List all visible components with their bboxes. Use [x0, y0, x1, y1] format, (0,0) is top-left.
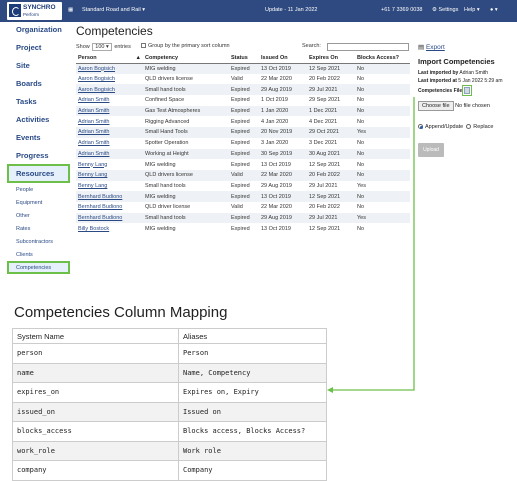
mapping-aliases: Name, Competency — [178, 362, 327, 383]
mapping-row: issued_on Issued on — [12, 401, 327, 422]
mapping-header-system-name: System Name — [12, 328, 179, 344]
mapping-system-name: work_role — [12, 440, 179, 461]
mapping-aliases: Blocks access, Blocks Access? — [178, 421, 327, 442]
mapping-table: System Name Aliases person Person name Name… — [12, 328, 327, 481]
mapping-header-aliases: Aliases — [178, 328, 327, 344]
mapping-row: company Company — [12, 460, 327, 481]
mapping-title: Competencies Column Mapping — [14, 304, 228, 321]
mapping-row: work_role Work role — [12, 440, 327, 461]
mapping-system-name: expires_on — [12, 382, 179, 403]
mapping-row: person Person — [12, 343, 327, 364]
mapping-header-row: System Name Aliases — [12, 328, 327, 344]
mapping-system-name: blocks_access — [12, 421, 179, 442]
mapping-system-name: person — [12, 343, 179, 364]
mapping-system-name: name — [12, 362, 179, 383]
mapping-aliases: Work role — [178, 440, 327, 461]
mapping-aliases: Expires on, Expiry — [178, 382, 327, 403]
mapping-row: blocks_access Blocks access, Blocks Acces… — [12, 421, 327, 442]
mapping-row: expires_on Expires on, Expiry — [12, 382, 327, 403]
mapping-system-name: company — [12, 460, 179, 481]
mapping-row: name Name, Competency — [12, 362, 327, 383]
mapping-aliases: Company — [178, 460, 327, 481]
mapping-aliases: Issued on — [178, 401, 327, 422]
mapping-aliases: Person — [178, 343, 327, 364]
mapping-system-name: issued_on — [12, 401, 179, 422]
